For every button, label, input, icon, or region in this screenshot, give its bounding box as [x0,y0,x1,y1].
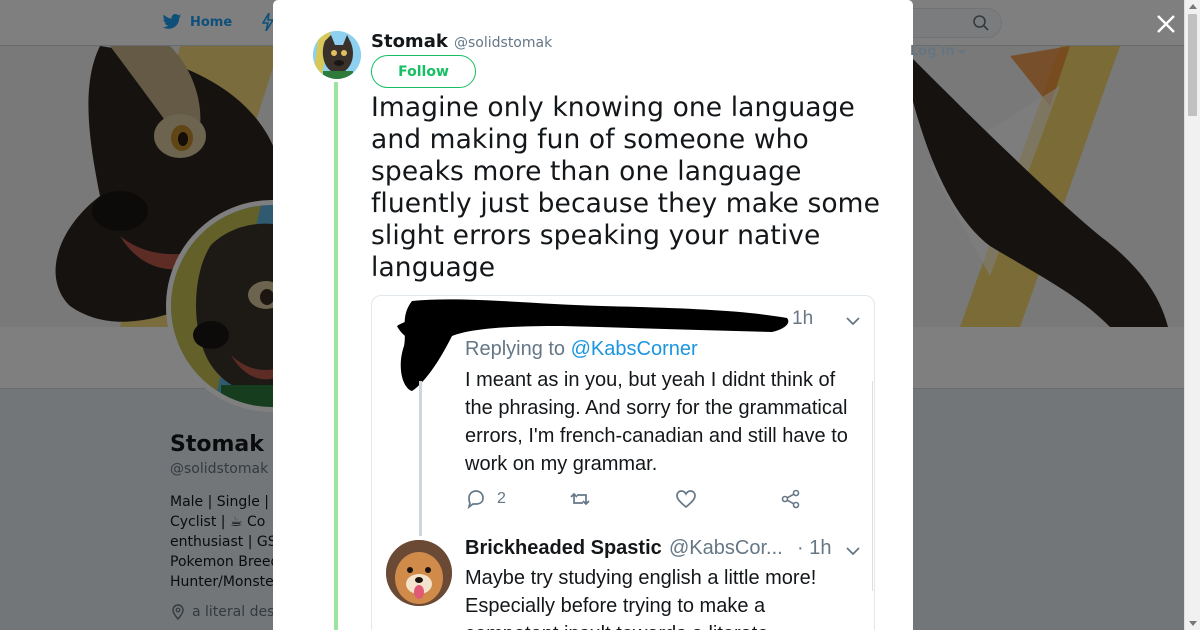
retweet-icon [570,492,590,506]
reply-thread-line [419,381,422,536]
tweet-author-avatar[interactable] [313,31,361,79]
embedded-screenshot: 1h Replying to @KabsCorner I meant as in… [372,296,874,630]
replying-mention: @KabsCorner [570,338,698,360]
reply-action: 2 [465,488,506,510]
embedded-reply-author-name: Brickheaded Spastic [465,537,662,559]
like-action [675,488,697,510]
scroll-up-arrow-icon[interactable] [1189,4,1197,9]
tweet-media-image[interactable]: 1h Replying to @KabsCorner I meant as in… [371,295,875,630]
share-action [780,488,802,510]
login-label: Log in [910,44,955,59]
embedded-reply-text: Maybe try studying english a little more… [465,567,817,630]
embedded-tweet-time: 1h [792,308,814,329]
embedded-scrollbar [872,381,874,591]
thread-line [334,82,338,630]
heart-icon [676,490,696,509]
scroll-down-arrow-icon[interactable] [1189,621,1197,626]
tweet-author-name[interactable]: Stomak [371,31,448,52]
replying-prefix: Replying to [465,338,566,360]
reply-count: 2 [497,490,506,507]
chevron-down-icon [846,317,860,326]
embedded-reply-time: · 1h [797,537,832,559]
embedded-tweet-actions: 2 [465,488,810,514]
embedded-tweet-text: I meant as in you, but yeah I didnt thin… [465,369,848,475]
retweet-action [569,488,591,510]
reply-icon [467,490,484,510]
login-dropdown[interactable]: Log in [910,44,966,59]
chevron-down-icon [846,547,860,556]
tweet-author-handle[interactable]: @solidstomak [454,35,552,51]
embedded-reply-avatar [386,540,452,606]
tweet-modal: Stomak @solidstomak Follow Imagine only … [273,0,913,630]
chevron-down-icon [957,49,966,54]
replying-to-line: Replying to @KabsCorner [465,338,698,361]
embedded-reply-author-handle: @KabsCor... [669,537,783,559]
author-avatar-artwork [313,31,361,79]
page-scrollbar[interactable] [1184,0,1200,630]
scrollbar-thumb[interactable] [1188,14,1197,116]
tweet-text: Imagine only knowing one language and ma… [371,92,881,283]
close-icon[interactable] [1154,12,1178,36]
follow-button[interactable]: Follow [371,55,476,88]
dog-photo [386,540,452,606]
share-icon [781,489,800,509]
